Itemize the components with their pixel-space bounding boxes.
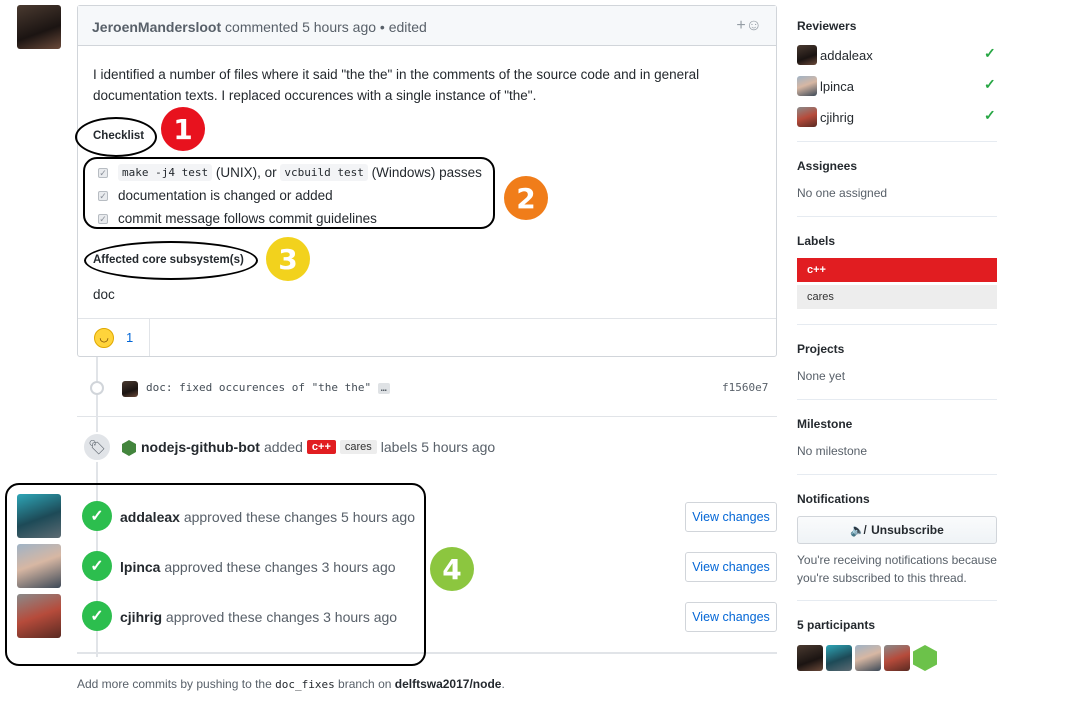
commit-expand-button[interactable]: …: [377, 383, 390, 394]
milestone-title[interactable]: Milestone: [797, 417, 852, 431]
tag-icon: 🏷: [82, 432, 112, 462]
commit-message-text[interactable]: doc: fixed occurences of "the the": [146, 381, 371, 394]
label-event-verb: added: [263, 439, 303, 455]
reaction-button[interactable]: ◡ 1: [78, 319, 150, 356]
view-changes-button[interactable]: View changes: [685, 552, 777, 582]
footer-hint: Add more commits by pushing to the doc_f…: [77, 677, 505, 691]
footer-mid: branch on: [334, 677, 395, 691]
comment-body: I identified a number of files where it …: [93, 67, 700, 103]
label-event: nodejs-github-bot added c++ cares labels…: [141, 439, 495, 455]
unsubscribe-button[interactable]: 🔈̸ Unsubscribe: [797, 516, 997, 544]
annotation-badge-1: 1: [161, 107, 205, 151]
participant-avatar[interactable]: [826, 645, 852, 671]
reviewers-title: Reviewers: [797, 19, 857, 33]
reaction-bar: ◡ 1: [78, 318, 776, 356]
assignees-value: No one assigned: [797, 186, 888, 200]
sidebar-divider: [797, 324, 997, 325]
node-bot-avatar[interactable]: [122, 440, 136, 456]
unsubscribe-label: Unsubscribe: [871, 523, 944, 537]
annotation-badge-4: 4: [430, 547, 474, 591]
annotation-badge-3: 3: [266, 237, 310, 281]
projects-value: None yet: [797, 369, 846, 383]
sidebar-divider: [797, 399, 997, 400]
annotation-ellipse-3: [84, 241, 258, 280]
annotation-badge-2: 2: [504, 176, 548, 220]
annotation-ellipse-1: [75, 117, 157, 157]
sidebar-divider: [797, 216, 997, 217]
reviewer-name[interactable]: addaleax: [820, 48, 873, 63]
sidebar-divider: [797, 141, 997, 142]
notifications-text: You're receiving notifications because y…: [797, 553, 997, 585]
branch-name[interactable]: doc_fixes: [275, 678, 335, 691]
sidebar-label-cares[interactable]: cares: [797, 285, 997, 309]
add-reaction-icon[interactable]: +☺: [736, 17, 762, 35]
milestone-value: No milestone: [797, 444, 868, 458]
comment-header: JeroenMandersloot commented 5 hours ago …: [78, 6, 776, 46]
reviewer-avatar[interactable]: [797, 45, 817, 65]
reviewer-avatar[interactable]: [797, 76, 817, 96]
reaction-count: 1: [126, 330, 134, 345]
label-cares[interactable]: cares: [339, 440, 377, 454]
participant-avatar-node-bot[interactable]: [913, 645, 937, 671]
labels-title[interactable]: Labels: [797, 234, 835, 248]
repo-link[interactable]: delftswa2017/node: [395, 677, 502, 691]
view-changes-button[interactable]: View changes: [685, 502, 777, 532]
avatar-jeroenmandersloot[interactable]: [17, 5, 61, 49]
view-changes-button[interactable]: View changes: [685, 602, 777, 632]
label-event-suffix: labels 5 hours ago: [380, 439, 496, 455]
footer-prefix: Add more commits by pushing to the: [77, 677, 276, 691]
approved-check-icon: ✓: [984, 107, 996, 123]
comment-meta: commented 5 hours ago • edited: [225, 19, 427, 35]
participant-avatar[interactable]: [855, 645, 881, 671]
commit-message[interactable]: doc: fixed occurences of "the the" …: [146, 381, 390, 394]
projects-title[interactable]: Projects: [797, 342, 844, 356]
annotation-box-2: [83, 157, 495, 229]
notifications-title: Notifications: [797, 492, 870, 506]
reviewer-name[interactable]: cjihrig: [820, 110, 854, 125]
approved-check-icon: ✓: [984, 76, 996, 92]
participant-avatar[interactable]: [797, 645, 823, 671]
commit-author-avatar[interactable]: [122, 381, 138, 397]
smile-emoji-icon: ◡: [94, 327, 114, 348]
commit-sha[interactable]: f1560e7: [722, 381, 768, 394]
subsystem-value: doc: [93, 287, 115, 302]
approved-check-icon: ✓: [984, 45, 996, 61]
commit-node-icon: [90, 381, 104, 395]
timeline-divider: [77, 416, 777, 417]
mute-icon: 🔈̸: [850, 523, 866, 537]
comment-author[interactable]: JeroenMandersloot: [92, 19, 221, 35]
sidebar-divider: [797, 474, 997, 475]
label-cpp[interactable]: c++: [306, 440, 336, 454]
footer-end: .: [501, 677, 505, 691]
participants-title: 5 participants: [797, 618, 876, 632]
participant-avatar[interactable]: [884, 645, 910, 671]
reviewer-avatar[interactable]: [797, 107, 817, 127]
sidebar-divider: [797, 600, 997, 601]
annotation-box-4: [5, 483, 426, 666]
assignees-title[interactable]: Assignees: [797, 159, 857, 173]
sidebar-label-cpp[interactable]: c++: [797, 258, 997, 282]
label-event-actor[interactable]: nodejs-github-bot: [141, 439, 260, 455]
reviewer-name[interactable]: lpinca: [820, 79, 854, 94]
